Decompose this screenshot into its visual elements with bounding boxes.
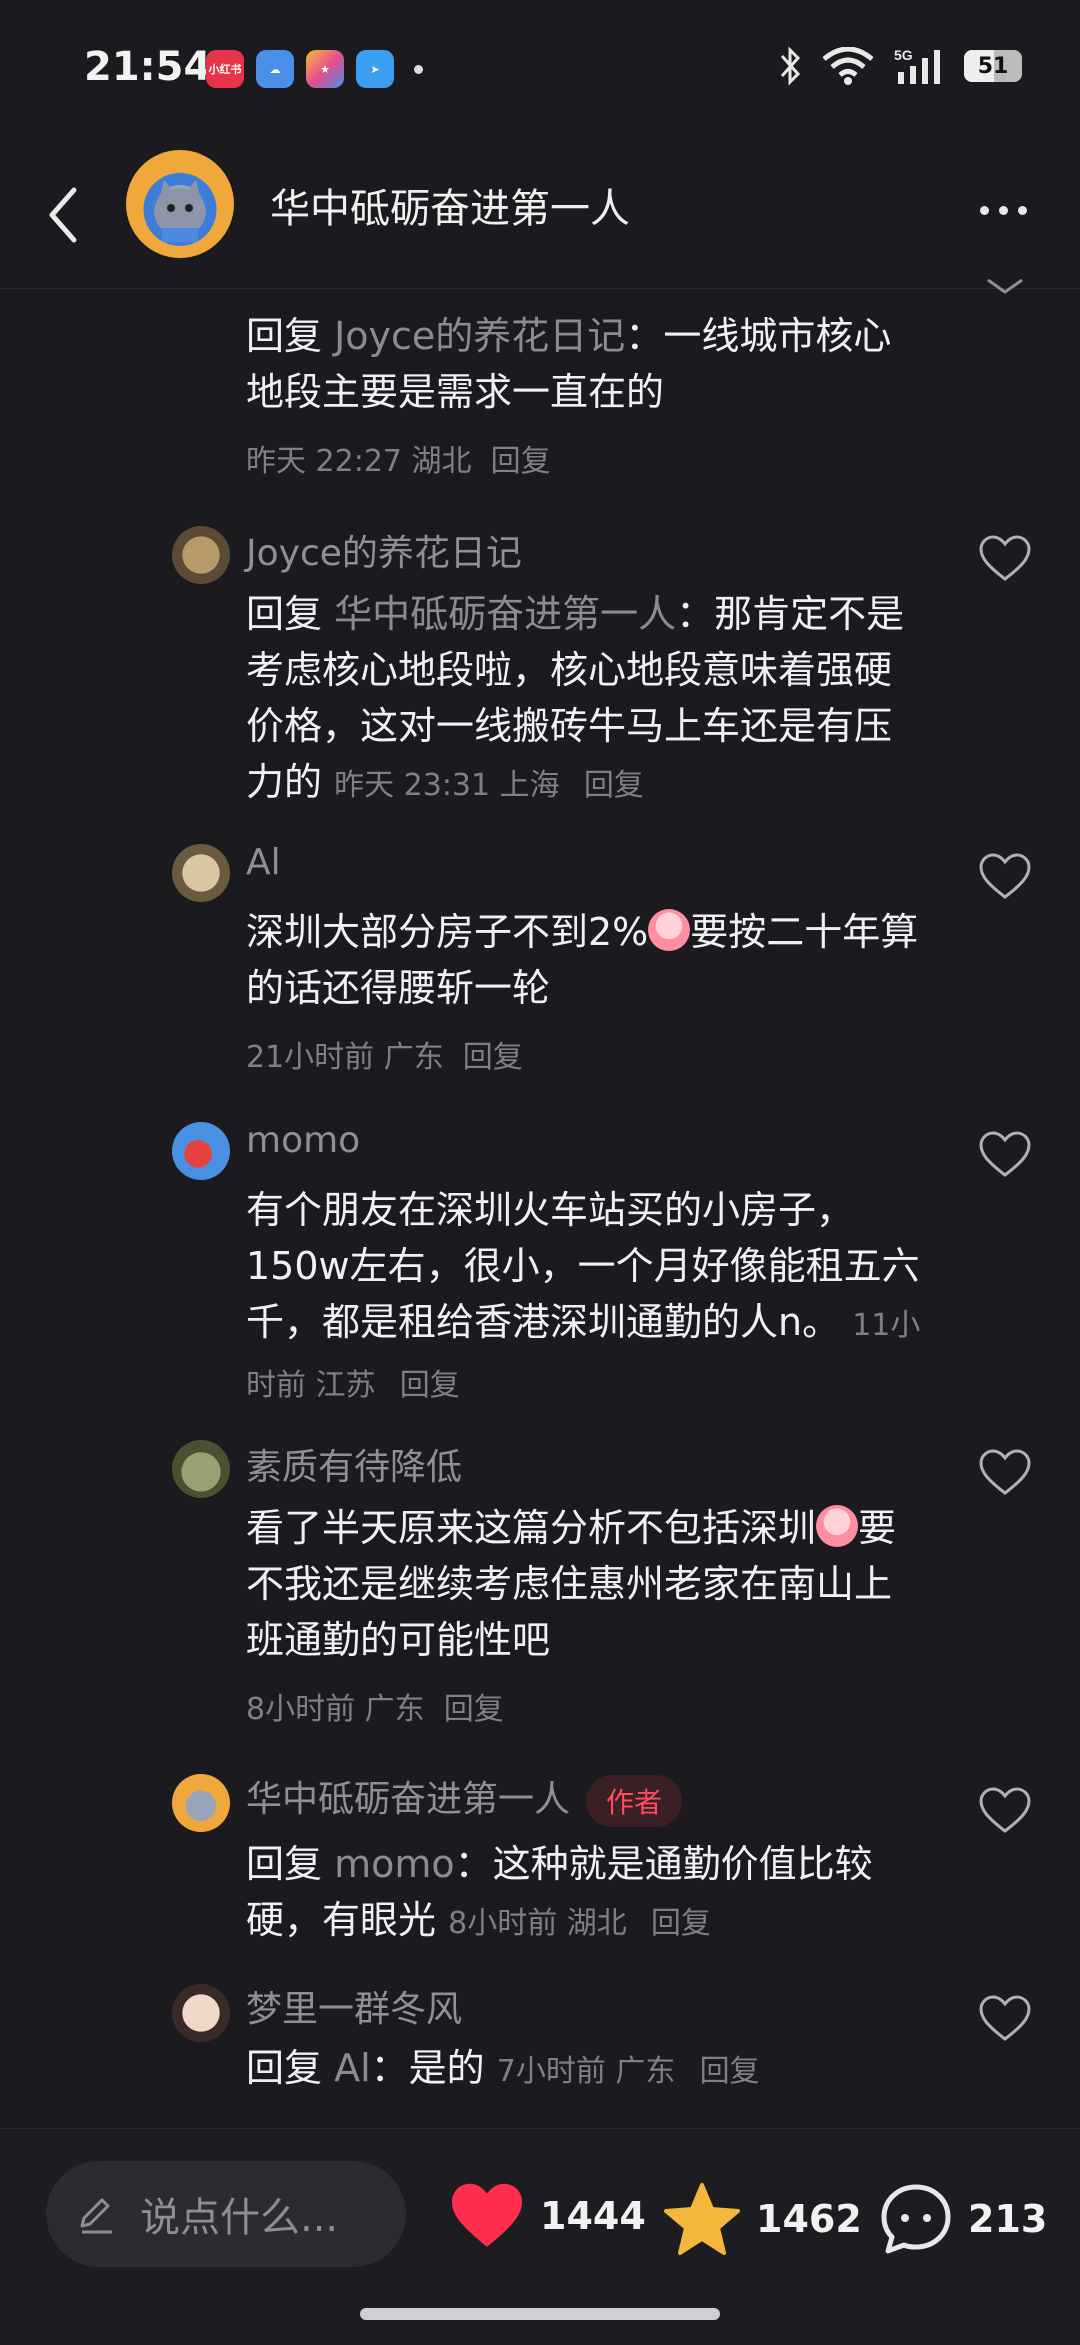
favorite-count: 1462 xyxy=(756,2197,862,2241)
comment-text: 看了半天原来这篇分析不包括深圳 要不我还是继续考虑住惠州老家在南山上班通勤的可能性… xyxy=(246,1500,926,1668)
reply-prefix: 回复 xyxy=(246,592,335,636)
comment-input-placeholder: 说点什么... xyxy=(140,2195,339,2241)
like-heart-icon[interactable] xyxy=(978,1994,1032,2044)
notification-icons: 小红书 ☁ ★ ➤ xyxy=(206,50,423,88)
reply-button[interactable]: 回复 xyxy=(444,1692,504,1727)
comment-username[interactable]: Al xyxy=(246,842,281,883)
comment-count: 213 xyxy=(968,2197,1048,2241)
xiaohongshu-icon: 小红书 xyxy=(206,50,244,88)
system-icons: 5G 51 xyxy=(778,46,1022,86)
like-heart-icon[interactable] xyxy=(978,1130,1032,1180)
reply-to-name[interactable]: 华中砥砺奋进第一人 xyxy=(334,592,676,636)
pencil-icon xyxy=(80,2198,112,2234)
reply-button[interactable]: 回复 xyxy=(584,768,644,803)
like-heart-icon[interactable] xyxy=(978,1786,1032,1836)
bluetooth-icon xyxy=(780,46,801,86)
comment-username[interactable]: 梦里一群冬风 xyxy=(246,1980,462,2032)
network-label: 5G xyxy=(894,47,913,63)
like-heart-icon[interactable] xyxy=(978,852,1032,902)
comment-username[interactable]: momo xyxy=(246,1120,360,1161)
reply-prefix: 回复 xyxy=(246,314,335,358)
chat-header: 华中砥砺奋进第一人 xyxy=(0,140,1080,289)
comment-bubble-icon xyxy=(881,2184,951,2254)
user-avatar[interactable] xyxy=(172,1122,230,1180)
comment-content: 深圳大部分房子不到2% xyxy=(246,910,649,954)
comment-content: ：是的 xyxy=(370,2046,485,2090)
comment-content: 有个朋友在深圳火车站买的小房子，150w左右，很小，一个月好像能租五六千，都是租… xyxy=(246,1188,920,1344)
comment-button[interactable]: 213 xyxy=(878,2181,1047,2257)
comment-meta: 8小时前 广东 回复 xyxy=(246,1684,504,1728)
comment-text: 有个朋友在深圳火车站买的小房子，150w左右，很小，一个月好像能租五六千，都是租… xyxy=(246,1182,926,1414)
comment-username[interactable]: Joyce的养花日记 xyxy=(246,524,522,576)
user-avatar[interactable] xyxy=(172,526,230,584)
comment-time-location: 8小时前 湖北 xyxy=(448,1906,627,1941)
crying-emoji-icon xyxy=(816,1505,859,1547)
more-options-icon[interactable] xyxy=(968,190,1038,230)
favorite-button[interactable]: 1462 xyxy=(662,2181,862,2257)
page-title: 华中砥砺奋进第一人 xyxy=(270,186,630,232)
battery-level: 51 xyxy=(977,53,1009,79)
battery-icon: 51 xyxy=(964,50,1022,82)
like-count: 1444 xyxy=(540,2194,646,2238)
user-avatar[interactable] xyxy=(172,1774,230,1832)
wifi-icon xyxy=(822,47,874,85)
telegram-icon: ➤ xyxy=(356,50,394,88)
comment-username[interactable]: 华中砥砺奋进第一人 xyxy=(246,1779,570,1820)
status-bar: 21:54 小红书 ☁ ★ ➤ 5G 51 xyxy=(0,0,1080,140)
reply-to-name[interactable]: Joyce的养花日记 xyxy=(334,314,625,358)
reply-button[interactable]: 回复 xyxy=(400,1368,460,1403)
comment-username[interactable]: 素质有待降低 xyxy=(246,1438,462,1490)
comment-meta: 21小时前 广东 回复 xyxy=(246,1032,523,1076)
comment-time-location: 21小时前 广东 xyxy=(246,1040,444,1075)
comment-time-location: 8小时前 广东 xyxy=(246,1692,425,1727)
back-arrow-icon[interactable] xyxy=(40,180,90,250)
heart-filled-icon xyxy=(452,2183,522,2247)
author-badge: 作者 xyxy=(586,1775,683,1827)
comment-text: 回复 Al：是的 7小时前 广东 回复 xyxy=(246,2040,926,2100)
reply-button[interactable]: 回复 xyxy=(700,2054,760,2089)
reply-button[interactable]: 回复 xyxy=(491,444,551,479)
author-avatar[interactable] xyxy=(126,150,234,258)
comment-time-location: 昨天 22:27 湖北 xyxy=(246,444,472,479)
signal-icon: 5G xyxy=(894,47,940,84)
home-indicator[interactable] xyxy=(360,2308,720,2320)
like-heart-icon[interactable] xyxy=(978,1448,1032,1498)
comment-time-location: 7小时前 广东 xyxy=(496,2054,676,2089)
crying-emoji-icon xyxy=(648,909,691,951)
comment-content: 看了半天原来这篇分析不包括深圳 xyxy=(246,1506,817,1550)
reply-button[interactable]: 回复 xyxy=(651,1906,711,1941)
reply-button[interactable]: 回复 xyxy=(463,1040,523,1075)
comment-input[interactable]: 说点什么... xyxy=(46,2161,406,2267)
user-avatar[interactable] xyxy=(172,1984,230,2042)
reply-to-name[interactable]: momo xyxy=(334,1842,455,1886)
weather-icon: ☁ xyxy=(256,50,294,88)
like-heart-icon[interactable] xyxy=(978,260,1032,310)
reply-prefix: 回复 xyxy=(246,2046,335,2090)
like-heart-icon[interactable] xyxy=(978,534,1032,584)
comment-username-row: 华中砥砺奋进第一人 作者 xyxy=(246,1770,683,1827)
star-app-icon: ★ xyxy=(306,50,344,88)
comment-time-location: 昨天 23:31 上海 xyxy=(334,768,560,803)
comment-text: 回复 Joyce的养花日记：一线城市核心地段主要是需求一直在的 xyxy=(246,308,926,420)
star-filled-icon xyxy=(664,2183,740,2255)
more-notifications-icon xyxy=(414,64,423,74)
comment-text: 回复 momo：这种就是通勤价值比较硬，有眼光 8小时前 湖北 回复 xyxy=(246,1836,926,1952)
reply-to-name[interactable]: Al xyxy=(334,2046,371,2090)
status-time: 21:54 xyxy=(84,44,212,90)
like-button[interactable]: 1444 xyxy=(448,2181,646,2251)
user-avatar[interactable] xyxy=(172,1440,230,1498)
user-avatar[interactable] xyxy=(172,844,230,902)
comment-text: 回复 华中砥砺奋进第一人：那肯定不是考虑核心地段啦，核心地段意味着强硬价格，这对… xyxy=(246,586,926,814)
reply-prefix: 回复 xyxy=(246,1842,335,1886)
comment-meta: 昨天 22:27 湖北 回复 xyxy=(246,436,551,480)
comment-text: 深圳大部分房子不到2% 要按二十年算的话还得腰斩一轮 xyxy=(246,904,926,1016)
